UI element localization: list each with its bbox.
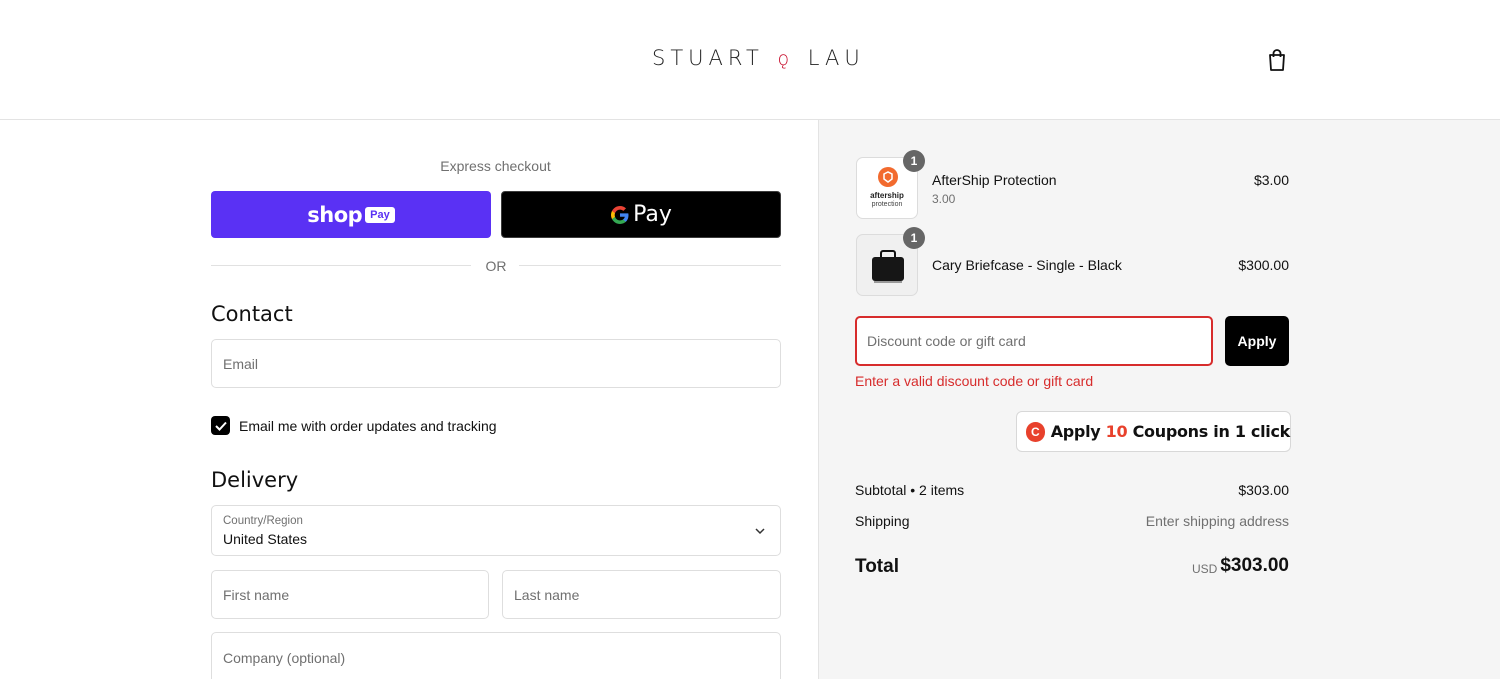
apply-coupons-button[interactable]: C Apply 10 Coupons in 1 click bbox=[1016, 411, 1291, 452]
item-name: Cary Briefcase - Single - Black bbox=[932, 257, 1122, 273]
discount-code-input[interactable] bbox=[857, 318, 1211, 364]
item-variant: 3.00 bbox=[932, 192, 956, 206]
order-summary-panel bbox=[818, 120, 1500, 679]
express-checkout-label: Express checkout bbox=[440, 158, 551, 174]
shop-pay-logo: shop bbox=[307, 202, 363, 227]
google-g-icon bbox=[611, 205, 629, 224]
total-value: $303.00 bbox=[1220, 555, 1289, 576]
subtotal-label: Subtotal • 2 items bbox=[855, 482, 965, 498]
quantity-badge: 1 bbox=[903, 227, 925, 249]
shop-pay-button[interactable]: shop Pay bbox=[211, 191, 491, 238]
country-label: Country/Region bbox=[223, 515, 303, 527]
email-field-wrapper bbox=[211, 339, 781, 388]
aftership-subtext: protection bbox=[871, 201, 903, 208]
google-pay-button[interactable]: Pay bbox=[501, 191, 781, 238]
google-pay-label: Pay bbox=[633, 202, 672, 227]
contact-heading: Contact bbox=[211, 302, 293, 326]
coupon-extension-icon: C bbox=[1026, 421, 1045, 442]
brand-name-right: LAU bbox=[807, 46, 865, 70]
subtotal-value: $303.00 bbox=[1238, 482, 1289, 498]
checkmark-icon bbox=[214, 421, 227, 431]
divider-right bbox=[519, 265, 781, 266]
last-name-wrapper bbox=[502, 570, 781, 619]
country-value: United States bbox=[223, 531, 308, 547]
discount-error-message: Enter a valid discount code or gift card bbox=[855, 373, 1094, 389]
item-price: $300.00 bbox=[1238, 257, 1289, 273]
coupon-count: 10 bbox=[1105, 422, 1128, 441]
item-name: AfterShip Protection bbox=[932, 172, 1057, 188]
shipping-value: Enter shipping address bbox=[1145, 513, 1289, 529]
email-field[interactable] bbox=[212, 340, 780, 387]
brand-mark: ǫ bbox=[777, 48, 795, 70]
quantity-badge: 1 bbox=[903, 150, 925, 172]
discount-field-wrapper bbox=[855, 316, 1213, 366]
item-price: $3.00 bbox=[1253, 172, 1289, 188]
shopping-bag-icon[interactable] bbox=[1266, 48, 1288, 72]
currency-code: USD bbox=[1192, 562, 1218, 576]
first-name-field[interactable] bbox=[212, 571, 488, 618]
newsletter-label[interactable]: Email me with order updates and tracking bbox=[239, 418, 497, 434]
apply-discount-button[interactable]: Apply bbox=[1225, 316, 1289, 366]
newsletter-checkbox[interactable] bbox=[211, 416, 230, 435]
company-wrapper bbox=[211, 632, 781, 679]
shop-pay-badge: Pay bbox=[365, 206, 395, 223]
shipping-label: Shipping bbox=[855, 513, 910, 529]
delivery-heading: Delivery bbox=[211, 468, 299, 492]
brand-name-left: STUART bbox=[652, 46, 764, 70]
site-header: STUART ǫ LAU bbox=[0, 0, 1500, 120]
aftership-wordmark: aftership bbox=[870, 191, 904, 200]
last-name-field[interactable] bbox=[503, 571, 780, 618]
brand-logo[interactable]: STUART ǫ LAU bbox=[652, 46, 865, 70]
country-select[interactable]: Country/Region United States bbox=[211, 505, 781, 556]
first-name-wrapper bbox=[211, 570, 489, 619]
total-label: Total bbox=[855, 556, 899, 577]
coupon-button-label: Apply 10 Coupons in 1 click bbox=[1050, 422, 1291, 441]
or-divider-text: OR bbox=[485, 258, 507, 274]
divider-left bbox=[211, 265, 471, 266]
company-field[interactable] bbox=[212, 633, 780, 679]
chevron-down-icon bbox=[755, 528, 765, 535]
